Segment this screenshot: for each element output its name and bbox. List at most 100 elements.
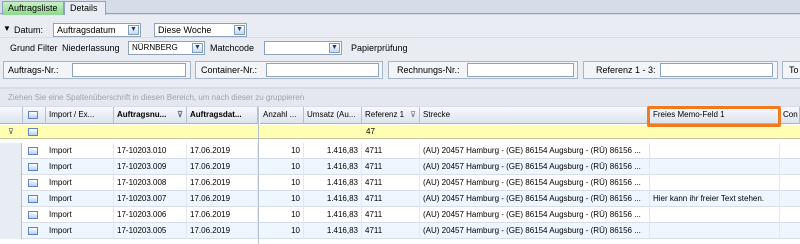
filter-icon: ⊽	[177, 110, 183, 119]
cell-datum[interactable]: 17.06.2019	[187, 191, 258, 207]
cell-nr[interactable]: 17-10203.005	[114, 223, 187, 239]
row-indicator[interactable]	[0, 175, 22, 191]
chevron-down-icon[interactable]: ▼	[329, 43, 340, 53]
cell-strecke[interactable]: (AU) 20457 Hamburg - (GE) 86154 Augsburg…	[420, 159, 650, 175]
table-row[interactable]: Import 17-10203.010 17.06.2019 10 1.416,83 47…	[0, 143, 800, 159]
cell-nr[interactable]: 17-10203.010	[114, 143, 187, 159]
group-by-area[interactable]: Ziehen Sie eine Spaltenüberschrift in di…	[0, 89, 800, 106]
tab-details[interactable]: Details	[64, 1, 106, 15]
row-indicator[interactable]	[0, 191, 22, 207]
rechnungs-nr-label: Rechnungs-Nr.:	[397, 65, 460, 75]
cell-anzahl[interactable]: 10	[260, 175, 304, 191]
row-checkbox-icon[interactable]	[28, 227, 38, 235]
cell-type[interactable]: Import	[46, 191, 114, 207]
header-anzahl[interactable]: Anzahl ...	[260, 107, 304, 124]
cell-ref[interactable]: 4711	[362, 207, 420, 223]
table-row[interactable]: Import 17-10203.008 17.06.2019 10 1.416,83 47…	[0, 175, 800, 191]
cell-type[interactable]: Import	[46, 175, 114, 191]
cell-nr[interactable]: 17-10203.008	[114, 175, 187, 191]
cell-ref[interactable]: 4711	[362, 223, 420, 239]
cell-ref[interactable]: 4711	[362, 143, 420, 159]
header-strecke[interactable]: Strecke	[420, 107, 650, 124]
header-con[interactable]: Con	[780, 107, 800, 124]
header-umsatz[interactable]: Umsatz (Au...	[304, 107, 362, 124]
cell-nr[interactable]: 17-10203.006	[114, 207, 187, 223]
header-referenz-1[interactable]: Referenz 1 ⊽	[362, 107, 420, 124]
checkbox-icon[interactable]	[28, 111, 38, 119]
cell-ref[interactable]: 4711	[362, 175, 420, 191]
cell-datum[interactable]: 17.06.2019	[187, 159, 258, 175]
row-indicator[interactable]	[0, 223, 22, 239]
cell-ref[interactable]: 4711	[362, 159, 420, 175]
cell-umsatz[interactable]: 1.416,83	[304, 207, 362, 223]
cell-type[interactable]: Import	[46, 143, 114, 159]
auftrags-nr-input[interactable]	[72, 63, 186, 77]
row-checkbox-icon[interactable]	[28, 195, 38, 203]
cell-strecke[interactable]: (AU) 20457 Hamburg - (GE) 86154 Augsburg…	[420, 191, 650, 207]
row-indicator[interactable]	[0, 143, 22, 159]
container-nr-input[interactable]	[266, 63, 379, 77]
table-row[interactable]: Import 17-10203.005 17.06.2019 10 1.416,83 47…	[0, 223, 800, 239]
cell-memo[interactable]	[650, 207, 780, 223]
cell-umsatz[interactable]: 1.416,83	[304, 223, 362, 239]
cell-strecke[interactable]: (AU) 20457 Hamburg - (GE) 86154 Augsburg…	[420, 223, 650, 239]
filter-icon[interactable]: ⊽	[8, 127, 14, 136]
cell-strecke[interactable]: (AU) 20457 Hamburg - (GE) 86154 Augsburg…	[420, 207, 650, 223]
niederlassung-select[interactable]: NÜRNBERG ▼	[128, 41, 205, 55]
papierpruefung-button[interactable]: Papierprüfung	[351, 43, 408, 53]
filter-row[interactable]: ⊽ 47	[0, 125, 800, 139]
collapse-icon[interactable]: ▼	[3, 24, 11, 33]
chevron-down-icon[interactable]: ▼	[128, 25, 139, 35]
referenz-input[interactable]	[660, 63, 773, 77]
cell-type[interactable]: Import	[46, 159, 114, 175]
cell-datum[interactable]: 17.06.2019	[187, 175, 258, 191]
cell-memo[interactable]	[650, 175, 780, 191]
cell-nr[interactable]: 17-10203.009	[114, 159, 187, 175]
cell-datum[interactable]: 17.06.2019	[187, 223, 258, 239]
chevron-down-icon[interactable]: ▼	[234, 25, 245, 35]
header-auftragsdatum[interactable]: Auftragsdat...	[187, 107, 258, 124]
cell-datum[interactable]: 17.06.2019	[187, 207, 258, 223]
auftrags-nr-label: Auftrags-Nr.:	[8, 65, 59, 75]
datum-field-select[interactable]: Auftragsdatum ▼	[53, 23, 141, 37]
header-select[interactable]	[23, 107, 46, 124]
rechnungs-nr-input[interactable]	[467, 63, 574, 77]
cell-nr[interactable]: 17-10203.007	[114, 191, 187, 207]
cell-type[interactable]: Import	[46, 207, 114, 223]
cell-anzahl[interactable]: 10	[260, 143, 304, 159]
chevron-down-icon[interactable]: ▼	[192, 43, 203, 53]
tab-auftragsliste[interactable]: Auftragsliste	[2, 1, 64, 15]
cell-memo[interactable]	[650, 223, 780, 239]
cell-strecke[interactable]: (AU) 20457 Hamburg - (GE) 86154 Augsburg…	[420, 143, 650, 159]
date-range-select[interactable]: Diese Woche ▼	[154, 23, 247, 37]
cell-umsatz[interactable]: 1.416,83	[304, 175, 362, 191]
cell-anzahl[interactable]: 10	[260, 159, 304, 175]
row-checkbox-icon[interactable]	[28, 163, 38, 171]
table-row[interactable]: Import 17-10203.009 17.06.2019 10 1.416,83 47…	[0, 159, 800, 175]
matchcode-select[interactable]: ▼	[264, 41, 342, 55]
row-checkbox-icon[interactable]	[28, 179, 38, 187]
cell-memo[interactable]	[650, 143, 780, 159]
cell-strecke[interactable]: (AU) 20457 Hamburg - (GE) 86154 Augsburg…	[420, 175, 650, 191]
checkbox-icon[interactable]	[28, 128, 38, 136]
cell-ref[interactable]: 4711	[362, 191, 420, 207]
table-row[interactable]: Import 17-10203.006 17.06.2019 10 1.416,83 47…	[0, 207, 800, 223]
cell-anzahl[interactable]: 10	[260, 223, 304, 239]
referenz-filter-value[interactable]: 47	[366, 127, 375, 136]
cell-memo[interactable]: Hier kann ihr freier Text stehen.	[650, 191, 780, 207]
cell-umsatz[interactable]: 1.416,83	[304, 143, 362, 159]
row-checkbox-icon[interactable]	[28, 211, 38, 219]
cell-anzahl[interactable]: 10	[260, 191, 304, 207]
row-indicator[interactable]	[0, 207, 22, 223]
table-row[interactable]: Import 17-10203.007 17.06.2019 10 1.416,83 47…	[0, 191, 800, 207]
cell-memo[interactable]	[650, 159, 780, 175]
header-auftragsnummer[interactable]: Auftragsnu... ⊽	[114, 107, 187, 124]
cell-umsatz[interactable]: 1.416,83	[304, 159, 362, 175]
row-checkbox-icon[interactable]	[28, 147, 38, 155]
cell-anzahl[interactable]: 10	[260, 207, 304, 223]
cell-datum[interactable]: 17.06.2019	[187, 143, 258, 159]
row-indicator[interactable]	[0, 159, 22, 175]
header-import-export[interactable]: Import / Ex...	[46, 107, 114, 124]
cell-umsatz[interactable]: 1.416,83	[304, 191, 362, 207]
cell-type[interactable]: Import	[46, 223, 114, 239]
